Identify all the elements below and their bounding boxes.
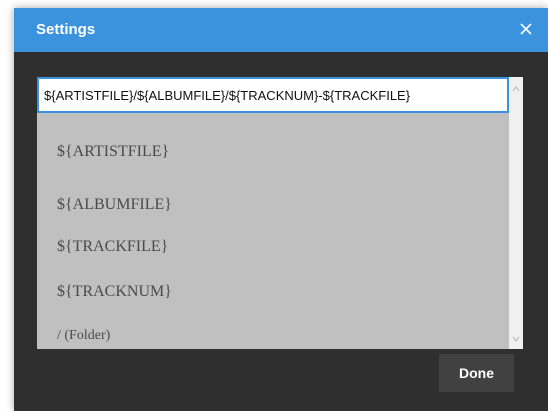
token-tracknum[interactable]: ${TRACKNUM} [57, 283, 172, 301]
token-albumfile[interactable]: ${ALBUMFILE} [57, 196, 172, 214]
scroll-up-icon[interactable] [512, 85, 520, 93]
token-artistfile[interactable]: ${ARTISTFILE} [57, 143, 169, 161]
token-folder[interactable]: / (Folder) [57, 328, 110, 344]
token-list: ${ARTISTFILE} ${ALBUMFILE} ${TRACKFILE} … [37, 113, 509, 349]
scroll-down-icon[interactable] [512, 335, 520, 343]
done-button[interactable]: Done [439, 354, 514, 392]
close-button[interactable] [512, 15, 540, 43]
dialog-titlebar: Settings [14, 8, 548, 52]
close-icon [520, 23, 532, 35]
token-list-scrollbar[interactable] [509, 77, 523, 349]
token-trackfile[interactable]: ${TRACKFILE} [57, 238, 168, 256]
dialog-title: Settings [36, 21, 96, 38]
settings-dialog: Settings ${ARTISTFILE} ${ALBUMFILE} ${TR… [14, 8, 548, 411]
filename-pattern-input[interactable] [37, 77, 509, 113]
